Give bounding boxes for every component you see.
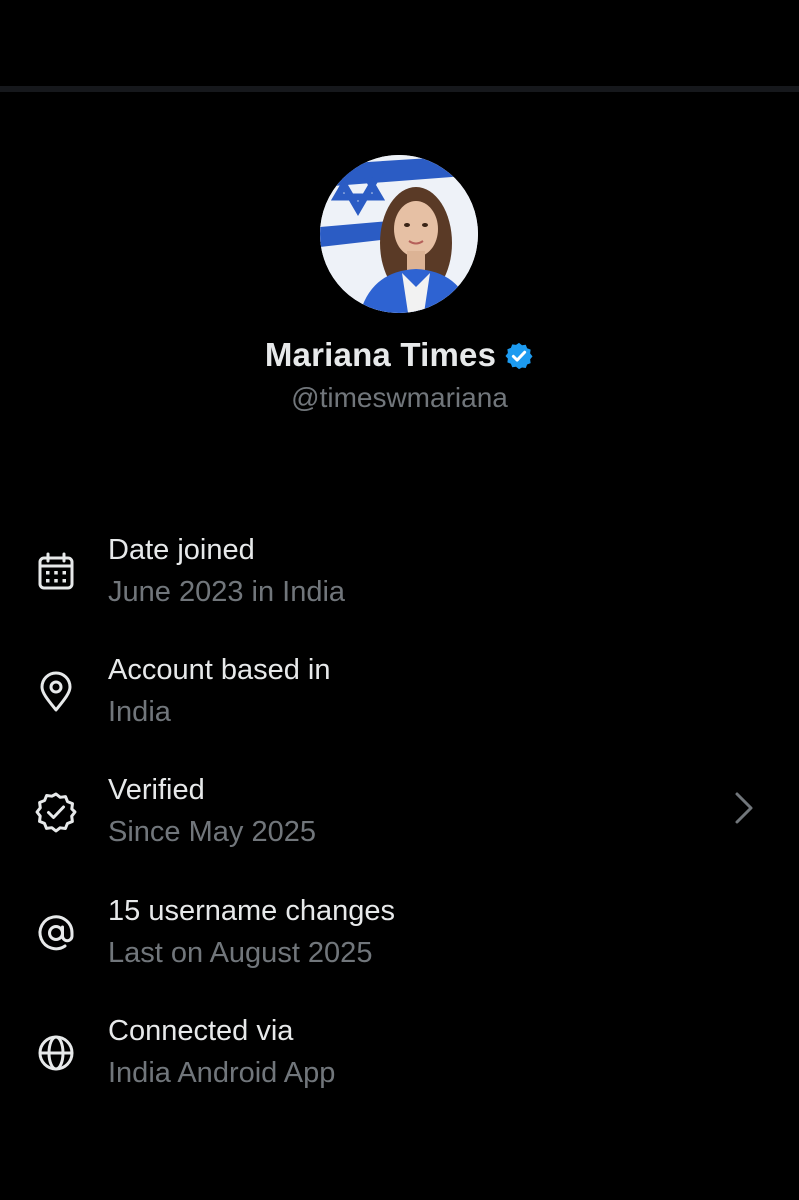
calendar-icon bbox=[34, 550, 78, 594]
row-subtitle: Last on August 2025 bbox=[108, 937, 373, 969]
at-sign-icon bbox=[34, 911, 78, 955]
verified-badge-icon[interactable] bbox=[504, 341, 534, 371]
info-row-connected-via: Connected via India Android App bbox=[0, 1015, 799, 1115]
row-subtitle: India Android App bbox=[108, 1057, 336, 1089]
name-row: Mariana Times bbox=[0, 336, 799, 374]
globe-icon bbox=[34, 1031, 78, 1075]
row-title: Account based in bbox=[108, 654, 331, 686]
info-row-account-based-in: Account based in India bbox=[0, 654, 799, 754]
verified-outline-icon bbox=[34, 790, 78, 834]
row-subtitle: India bbox=[108, 696, 171, 728]
row-title: Verified bbox=[108, 774, 205, 806]
top-divider bbox=[0, 86, 799, 92]
row-subtitle: Since May 2025 bbox=[108, 816, 316, 848]
row-subtitle: June 2023 in India bbox=[108, 576, 346, 608]
info-row-username-changes: 15 username changes Last on August 2025 bbox=[0, 895, 799, 995]
display-name: Mariana Times bbox=[264, 336, 497, 373]
row-title: Connected via bbox=[108, 1015, 294, 1047]
location-pin-icon bbox=[34, 670, 78, 714]
avatar[interactable] bbox=[320, 155, 478, 313]
info-row-verified[interactable]: Verified Since May 2025 bbox=[0, 774, 799, 874]
avatar-image bbox=[320, 155, 478, 313]
row-title: 15 username changes bbox=[108, 895, 395, 927]
row-title: Date joined bbox=[108, 534, 255, 566]
info-row-date-joined: Date joined June 2023 in India bbox=[0, 534, 799, 634]
profile-handle: @timeswmariana bbox=[291, 382, 508, 413]
chevron-right-icon[interactable] bbox=[730, 788, 758, 828]
